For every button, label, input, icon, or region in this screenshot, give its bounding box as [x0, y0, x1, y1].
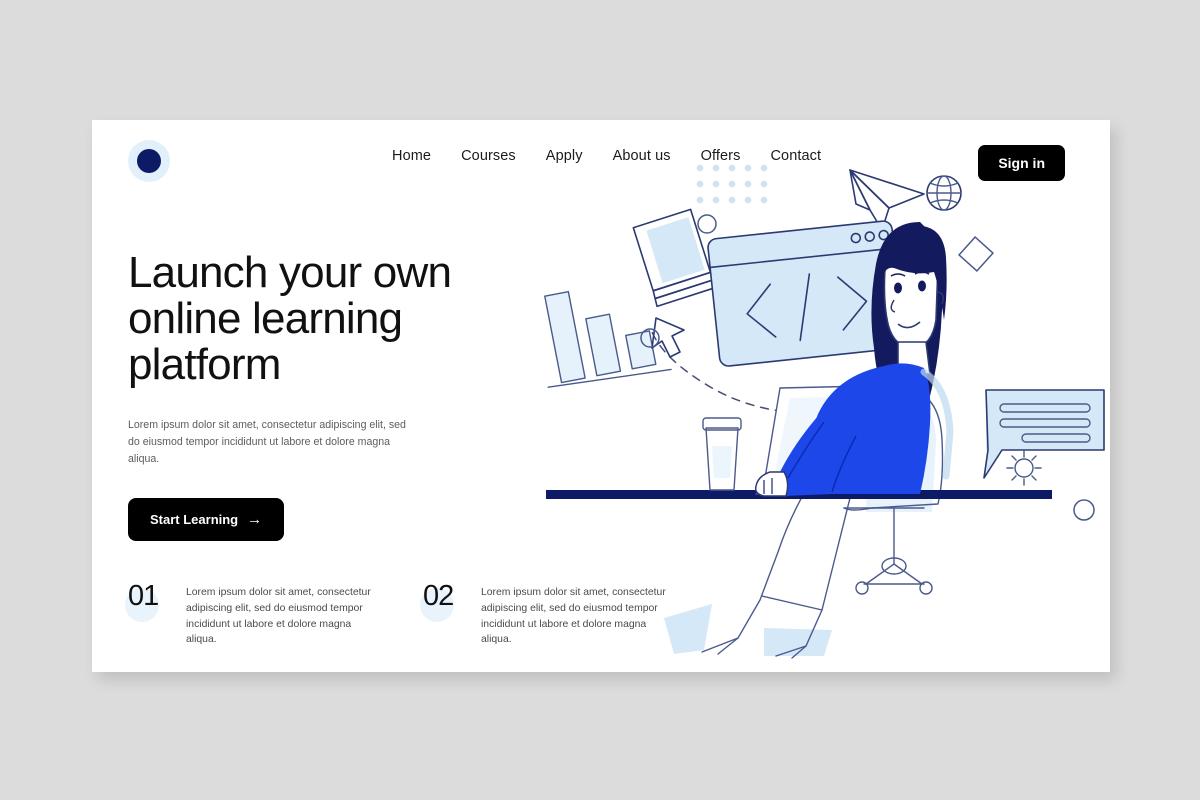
feature-item-01: 01 Lorem ipsum dolor sit amet, consectet… — [125, 580, 373, 648]
gear-icon — [1006, 450, 1042, 486]
headline-line-1: Launch your own — [128, 248, 452, 297]
cta-label: Start Learning — [150, 512, 239, 528]
hero-description: Lorem ipsum dolor sit amet, consectetur … — [128, 418, 406, 465]
circle-dot-logo-icon — [137, 149, 161, 173]
diamond-icon — [957, 235, 995, 273]
feature-number-wrap: 01 — [125, 580, 176, 648]
globe-icon — [926, 175, 962, 211]
bar-chart-icon — [544, 290, 672, 388]
nav-item-home[interactable]: Home — [392, 148, 431, 164]
chat-bubble-icon — [983, 389, 1105, 479]
headline-line-3: platform — [128, 340, 281, 390]
books-stack-icon — [632, 208, 716, 308]
coffee-cup-icon — [702, 417, 742, 491]
feature-text: Lorem ipsum dolor sit amet, consectetur … — [186, 587, 371, 646]
hero-content: Launch your own online learning platform… — [128, 248, 518, 542]
nav-item-courses[interactable]: Courses — [461, 148, 516, 164]
page-title: Launch your own online learning platform — [128, 248, 518, 390]
brand-logo[interactable] — [128, 140, 170, 182]
hero-illustration: .nv{stroke:#2c3a72;stroke-width:1.6;fill… — [532, 160, 1110, 672]
feature-number: 01 — [128, 580, 159, 612]
cursor-arrow-icon — [651, 317, 685, 358]
shoe-accent — [664, 604, 832, 656]
circle-outline-icon — [697, 214, 717, 234]
circle-outline-icon — [1073, 499, 1095, 521]
paper-plane-icon — [849, 169, 925, 231]
start-learning-button[interactable]: Start Learning → — [128, 498, 285, 542]
landing-page-card: Home Courses Apply About us Offers Conta… — [92, 120, 1110, 672]
feature-number-wrap: 02 — [420, 580, 471, 648]
headline-line-2: online learning — [128, 294, 403, 344]
arrow-right-icon: → — [247, 511, 263, 529]
feature-number: 02 — [423, 580, 454, 612]
dot-grid-icon — [696, 164, 768, 204]
